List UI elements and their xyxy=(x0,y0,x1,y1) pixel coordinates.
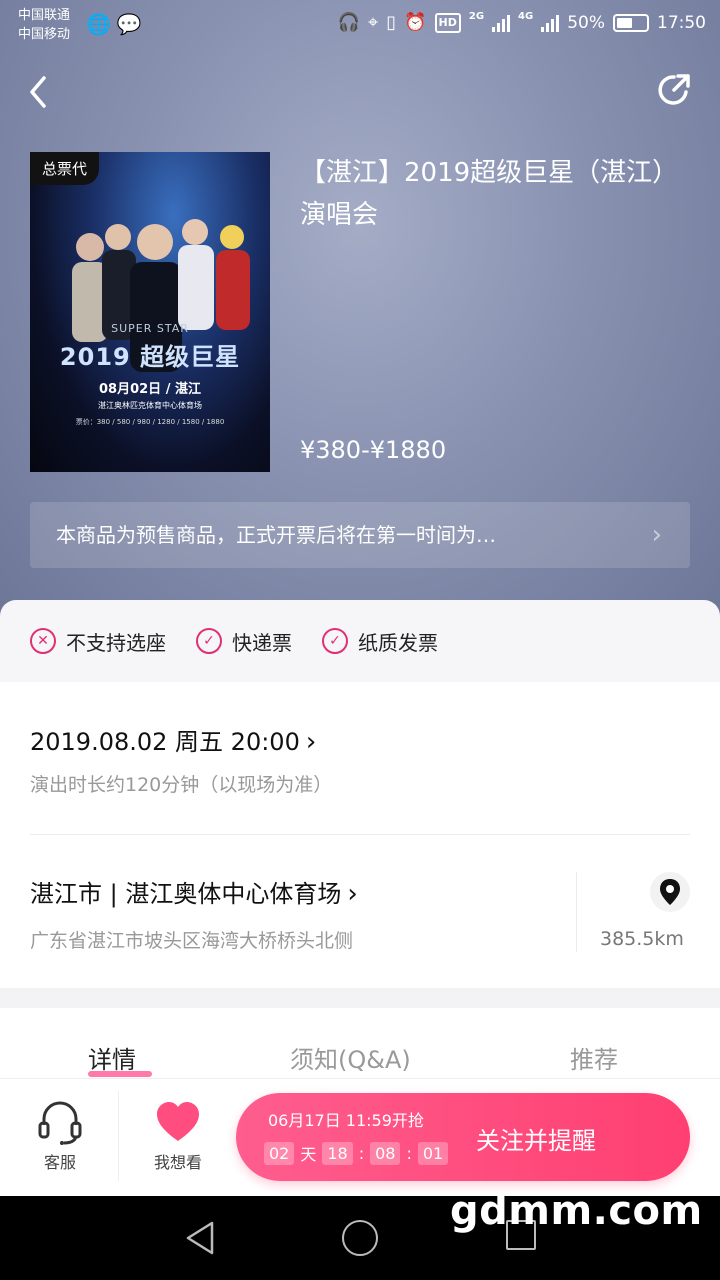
countdown-seconds: 01 xyxy=(417,1141,449,1165)
share-icon xyxy=(658,74,690,105)
hd-icon: HD xyxy=(434,12,461,33)
status-bar: 中国联通 中国移动 🌐💬 🎧 ⌖ ▯ ⏰ HD 2G 4G 50% 17:50 xyxy=(0,0,720,50)
share-button[interactable] xyxy=(656,72,696,112)
headset-icon: 🎧 xyxy=(337,12,361,33)
divider-vertical xyxy=(576,872,577,952)
wechat-icon: 💬 xyxy=(116,12,148,36)
battery-icon xyxy=(613,13,649,32)
poster-badge: 总票代 xyxy=(30,152,100,185)
back-button[interactable] xyxy=(24,72,64,116)
tag-label: 不支持选座 xyxy=(66,630,166,655)
customer-service-label: 客服 xyxy=(43,1153,76,1172)
watermark: gdmm.com xyxy=(450,1188,703,1234)
map-pin-icon xyxy=(660,879,680,905)
location-icon: ⌖ xyxy=(368,12,379,33)
globe-icon: 🌐 xyxy=(86,12,117,36)
chevron-right-icon: › xyxy=(305,727,317,757)
venue-name: 湛江市 | 湛江奥体中心体育场 xyxy=(30,880,342,908)
network-2g-label: 2G xyxy=(468,11,485,22)
tag-no-seat-selection: ✕ 不支持选座 xyxy=(30,627,166,656)
countdown-minutes: 08 xyxy=(370,1141,401,1165)
tag-express-ticket: ✓ 快递票 xyxy=(196,627,292,656)
customer-service-button[interactable]: 客服 xyxy=(20,1099,100,1173)
service-tags: ✕ 不支持选座 ✓ 快递票 ✓ 纸质发票 xyxy=(0,600,720,682)
tag-label: 纸质发票 xyxy=(358,630,438,655)
tag-label: 快递票 xyxy=(232,630,292,655)
venue-address: 广东省湛江市坡头区海湾大桥桥头北侧 xyxy=(30,930,354,952)
chevron-right-icon: › xyxy=(651,520,662,550)
close-circle-icon: ✕ xyxy=(30,628,56,654)
network-4g-label: 4G xyxy=(518,11,534,22)
show-duration: 演出时长约120分钟（以现场为准） xyxy=(30,774,333,796)
poster-super-star: SUPER STAR xyxy=(111,322,189,335)
want-to-see-label: 我想看 xyxy=(153,1153,202,1172)
heart-icon xyxy=(157,1102,199,1141)
poster-date: 08月02日 / 湛江 xyxy=(99,382,201,397)
notification-icons: 🌐💬 xyxy=(86,12,148,36)
battery-percent: 50% xyxy=(567,12,605,33)
countdown: 02 天 18 : 08 : 01 xyxy=(264,1141,449,1165)
bottom-action-bar: 客服 我想看 06月17日 11:59开抢 02 天 18 : 08 : 01 … xyxy=(0,1078,720,1196)
poster-prices: 票价：380 / 580 / 980 / 1280 / 1580 / 1880 xyxy=(75,418,225,426)
headset-icon xyxy=(38,1101,82,1145)
presale-notice[interactable]: 本商品为预售商品，正式开票后将在第一时间为… › xyxy=(30,502,690,568)
check-circle-icon: ✓ xyxy=(322,628,348,654)
active-tab-indicator xyxy=(88,1071,152,1077)
chevron-right-icon: › xyxy=(347,879,358,909)
signal-icon xyxy=(492,14,511,32)
follow-remind-button[interactable]: 06月17日 11:59开抢 02 天 18 : 08 : 01 关注并提醒 xyxy=(236,1093,690,1181)
countdown-day-unit: 天 xyxy=(300,1145,317,1164)
check-circle-icon: ✓ xyxy=(196,628,222,654)
tab-recommend[interactable]: 推荐 xyxy=(570,1040,618,1075)
signal-icon-2 xyxy=(541,14,560,32)
clock: 17:50 xyxy=(657,12,706,33)
tag-paper-invoice: ✓ 纸质发票 xyxy=(322,627,438,656)
want-to-see-button[interactable]: 我想看 xyxy=(138,1099,218,1173)
map-pin-button[interactable] xyxy=(650,872,690,912)
venue-row[interactable]: 湛江市 | 湛江奥体中心体育场 › xyxy=(30,874,358,909)
presale-notice-text: 本商品为预售商品，正式开票后将在第一时间为… xyxy=(56,523,496,547)
tab-details[interactable]: 详情 xyxy=(88,1040,136,1075)
countdown-hours: 18 xyxy=(322,1141,353,1165)
countdown-sep: : xyxy=(406,1143,412,1163)
poster-venue: 湛江奥林匹克体育中心体育场 xyxy=(98,401,202,410)
carrier-2: 中国移动 xyxy=(18,27,71,42)
divider-vertical xyxy=(118,1091,119,1181)
status-icons: 🎧 ⌖ ▯ ⏰ HD 2G 4G 50% 17:50 xyxy=(337,11,706,33)
content-tabs: 详情 须知(Q&A) 推荐 xyxy=(0,1008,720,1080)
poster-logo: SUPER STAR 2019 超级巨星 08月02日 / 湛江 湛江奥林匹克体… xyxy=(30,322,270,427)
event-poster[interactable]: 总票代 SUPER STAR 2019 超级巨星 08月02日 / 湛江 湛江奥… xyxy=(30,152,270,472)
sale-start-time: 06月17日 11:59开抢 xyxy=(268,1111,424,1130)
nav-back-icon[interactable] xyxy=(184,1220,216,1256)
event-title: 【湛江】2019超级巨星（湛江）演唱会 xyxy=(300,158,679,230)
alarm-icon: ⏰ xyxy=(404,12,427,33)
chevron-left-icon xyxy=(30,76,46,108)
show-time-row[interactable]: 2019.08.02 周五 20:00 › xyxy=(30,722,316,757)
event-price: ¥380-¥1880 xyxy=(300,436,447,464)
carrier-info: 中国联通 中国移动 xyxy=(18,6,70,44)
countdown-days: 02 xyxy=(264,1141,295,1165)
divider xyxy=(30,834,690,835)
poster-headline: 2019 超级巨星 xyxy=(59,343,241,371)
venue-distance: 385.5km xyxy=(600,928,684,950)
carrier-1: 中国联通 xyxy=(18,8,71,23)
tab-notice-qa[interactable]: 须知(Q&A) xyxy=(290,1040,411,1075)
follow-remind-label: 关注并提醒 xyxy=(476,1127,596,1155)
countdown-sep: : xyxy=(358,1143,365,1163)
show-datetime: 2019.08.02 周五 20:00 xyxy=(30,728,300,756)
vibrate-icon: ▯ xyxy=(386,12,397,33)
nav-home-icon[interactable] xyxy=(342,1220,378,1256)
